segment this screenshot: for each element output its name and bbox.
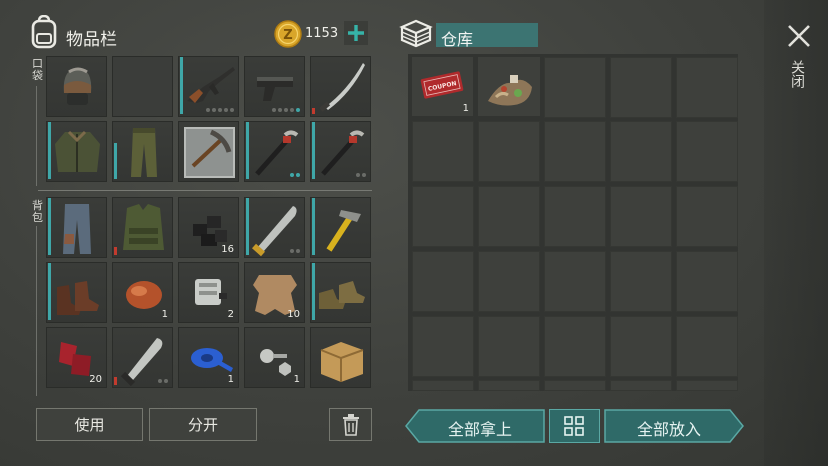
storage-slot-empty[interactable] <box>544 121 606 182</box>
section-divider <box>38 190 372 191</box>
put-all-button[interactable]: 全部放入 <box>604 409 744 443</box>
slot-cleaver[interactable] <box>112 327 173 388</box>
slot-bolts[interactable]: 1 <box>244 327 305 388</box>
coin-icon: Z <box>274 20 302 48</box>
slot-rifle[interactable] <box>178 56 239 117</box>
storage-slot-empty[interactable] <box>610 316 672 377</box>
storage-slot-empty[interactable] <box>676 186 738 247</box>
storage-slot-empty[interactable] <box>412 316 474 377</box>
coin-count: 1153 <box>305 26 339 41</box>
storage-slot-junk[interactable] <box>478 57 540 116</box>
slot-pistol[interactable] <box>244 56 305 117</box>
storage-slot-empty[interactable] <box>412 380 474 391</box>
cloth-qty: 20 <box>89 374 102 385</box>
slot-crowbar[interactable] <box>244 121 305 182</box>
slot-vest[interactable] <box>112 197 173 258</box>
storage-slot-empty[interactable] <box>610 121 672 182</box>
tape-qty: 1 <box>227 374 234 385</box>
storage-slot-empty[interactable] <box>610 186 672 247</box>
close-icon <box>788 25 810 47</box>
storage-slot-empty[interactable] <box>478 251 540 312</box>
storage-slot-empty[interactable] <box>544 380 606 391</box>
slot-pocket-empty[interactable] <box>112 56 173 117</box>
hide-qty: 10 <box>287 309 300 320</box>
put-all-label: 全部放入 <box>636 420 701 439</box>
slot-shoes[interactable] <box>310 262 371 323</box>
slot-boots[interactable] <box>46 262 107 323</box>
storage-slot-empty[interactable] <box>412 186 474 247</box>
storage-slot-empty[interactable] <box>610 251 672 312</box>
engine-qty: 2 <box>227 309 234 320</box>
slot-machete[interactable] <box>244 197 305 258</box>
coal-qty: 16 <box>221 244 234 255</box>
storage-slot-empty[interactable] <box>478 316 540 377</box>
backpack-divider <box>36 226 37 396</box>
resin-qty: 1 <box>161 309 168 320</box>
close-label[interactable]: 关闭 <box>789 60 805 88</box>
slot-coal[interactable]: 16 <box>178 197 239 258</box>
storage-slot-empty[interactable] <box>412 251 474 312</box>
pockets-divider <box>36 86 37 186</box>
storage-slot-empty[interactable] <box>544 316 606 377</box>
storage-slot-empty[interactable] <box>676 251 738 312</box>
slot-hammer[interactable] <box>310 197 371 258</box>
split-button[interactable]: 分开 <box>149 408 257 441</box>
slot-pants[interactable] <box>112 121 173 182</box>
storage-slot-empty[interactable] <box>676 121 738 182</box>
grid-sort-icon <box>564 416 584 436</box>
slot-cardboard-box[interactable] <box>310 327 371 388</box>
storage-box-icon <box>399 18 433 48</box>
svg-text:Z: Z <box>283 28 292 43</box>
bolts-qty: 1 <box>293 374 300 385</box>
slot-tape[interactable]: 1 <box>178 327 239 388</box>
storage-slot-empty[interactable] <box>610 380 672 391</box>
slot-helmet[interactable] <box>46 56 107 117</box>
take-all-button[interactable]: 全部拿上 <box>405 409 545 443</box>
slot-engine-part[interactable]: 2 <box>178 262 239 323</box>
storage-title: 仓库 <box>441 30 474 49</box>
storage-slot-empty[interactable] <box>676 57 738 118</box>
slot-jacket[interactable] <box>46 121 107 182</box>
backpack-icon <box>30 14 58 49</box>
storage-slot-empty[interactable] <box>544 251 606 312</box>
slot-pickaxe-blueprint[interactable] <box>178 121 239 182</box>
pockets-label: 口袋 <box>32 57 43 82</box>
storage-slot-empty[interactable] <box>478 380 540 391</box>
slot-crowbar-2[interactable] <box>310 121 371 182</box>
storage-slot-empty[interactable] <box>412 121 474 182</box>
slot-hide[interactable]: 10 <box>244 262 305 323</box>
storage-slot-empty[interactable] <box>676 316 738 377</box>
storage-slot-empty[interactable] <box>478 186 540 247</box>
inventory-title: 物品栏 <box>66 30 117 50</box>
trash-icon <box>342 413 359 436</box>
coupon-qty: 1 <box>462 103 469 114</box>
slot-katana[interactable] <box>310 56 371 117</box>
close-button[interactable] <box>785 22 813 50</box>
storage-slot-empty[interactable] <box>478 121 540 182</box>
storage-slot-empty[interactable] <box>610 57 672 118</box>
slot-resin[interactable]: 1 <box>112 262 173 323</box>
storage-slot-empty[interactable] <box>544 57 606 118</box>
take-all-label: 全部拿上 <box>447 420 512 439</box>
backpack-label: 背包 <box>32 199 43 224</box>
storage-slot-empty[interactable] <box>676 380 738 391</box>
add-coins-button[interactable] <box>344 21 368 45</box>
slot-jeans[interactable] <box>46 197 107 258</box>
use-button[interactable]: 使用 <box>36 408 143 441</box>
storage-slot-coupon[interactable]: COUPON 1 <box>412 57 473 116</box>
slot-cloth[interactable]: 20 <box>46 327 107 388</box>
storage-slot-empty[interactable] <box>544 186 606 247</box>
trash-button[interactable] <box>329 408 372 441</box>
sort-button[interactable] <box>549 409 600 443</box>
